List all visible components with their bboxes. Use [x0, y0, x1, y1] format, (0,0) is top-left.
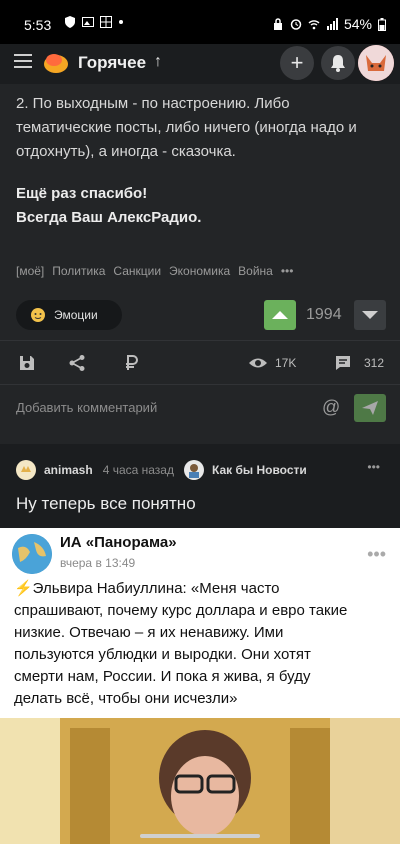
- post-time: 4 часа назад: [102, 463, 174, 477]
- post-line: тематические посты, либо ничего (иногда …: [16, 119, 357, 136]
- ruble-icon[interactable]: [124, 354, 140, 372]
- comment-icon[interactable]: [334, 354, 352, 372]
- community-avatar[interactable]: [183, 460, 204, 480]
- emotions-button[interactable]: Эмоции: [16, 300, 122, 330]
- channel-name: ИА «Панорама»: [60, 534, 177, 551]
- send-icon: [362, 401, 378, 415]
- upvote-button[interactable]: [264, 300, 296, 330]
- post-photo[interactable]: [0, 718, 400, 844]
- status-left-icons: [64, 16, 124, 28]
- channel-time: вчера в 13:49: [60, 556, 136, 570]
- dot-icon: [119, 20, 123, 24]
- post-thanks: Ещё раз спасибо! Всегда Ваш АлексРадио.: [16, 182, 201, 230]
- post-line: 2. По выходным - по настроению. Либо: [16, 95, 290, 112]
- tag-sanctions[interactable]: Санкции: [113, 264, 161, 278]
- embedded-line: пользуются ублюдки и выродки. Они хотят: [14, 646, 311, 663]
- comments-count: 312: [364, 356, 385, 370]
- more-tags-button[interactable]: •••: [281, 264, 294, 278]
- embedded-text: ⚡Эльвира Набиуллина: «Меня часто спрашив…: [14, 578, 388, 710]
- embedded-line: ⚡Эльвира Набиуллина: «Меня часто: [14, 580, 280, 597]
- eye-icon: [249, 358, 267, 368]
- gallery-icon: [82, 17, 94, 27]
- sort-arrow-icon[interactable]: ↑: [154, 53, 162, 71]
- battery-icon: [378, 17, 386, 31]
- wifi-icon: [308, 20, 320, 30]
- comment-input[interactable]: Добавить комментарий: [16, 400, 157, 415]
- tag-moe[interactable]: [моё]: [16, 264, 44, 278]
- send-comment-button[interactable]: [354, 394, 386, 422]
- hot-logo-icon[interactable]: [42, 48, 70, 76]
- channel-avatar: [12, 534, 52, 574]
- grid-icon: [100, 16, 112, 28]
- add-post-button[interactable]: +: [280, 46, 314, 80]
- gesture-bar[interactable]: [140, 834, 260, 838]
- next-post-card: animash 4 часа назад Как бы Новости ••• …: [0, 452, 400, 532]
- next-post-title[interactable]: Ну теперь все понятно: [16, 494, 196, 514]
- save-icon[interactable]: [18, 354, 36, 372]
- emoji-face-icon: [31, 308, 45, 322]
- embedded-line: смерти нам, России. И пока я жива, я буд…: [14, 668, 311, 685]
- alarm-icon: [290, 19, 302, 30]
- bell-icon: [331, 55, 345, 72]
- post-line: Всегда Ваш АлексРадио.: [16, 209, 202, 226]
- next-post-meta: animash 4 часа назад Как бы Новости: [16, 460, 307, 480]
- globe-icon: [12, 534, 52, 574]
- community-name[interactable]: Как бы Новости: [212, 463, 307, 477]
- post-more-button[interactable]: •••: [367, 460, 380, 474]
- status-bar: 5:53 54%: [0, 0, 400, 44]
- channel-more-icon: •••: [367, 544, 386, 564]
- user-avatar[interactable]: [358, 45, 394, 81]
- downvote-button[interactable]: [354, 300, 386, 330]
- tag-war[interactable]: Война: [238, 264, 273, 278]
- status-right-icons: 54%: [272, 16, 386, 32]
- emotions-label: Эмоции: [54, 308, 98, 322]
- photo-image: [0, 718, 400, 844]
- rating-value: 1994: [306, 306, 342, 323]
- divider: [0, 340, 400, 341]
- embedded-screenshot: ИА «Панорама» вчера в 13:49 ••• ⚡Эльвира…: [0, 528, 400, 718]
- arrow-up-icon: [272, 311, 288, 319]
- share-icon[interactable]: [68, 354, 86, 372]
- lock-icon: [273, 18, 282, 30]
- battery-percent: 54%: [343, 16, 372, 32]
- avatar-fox-icon: [358, 45, 394, 81]
- post-card: 2. По выходным - по настроению. Либо тем…: [0, 84, 400, 444]
- notifications-button[interactable]: [321, 46, 355, 80]
- menu-icon[interactable]: [14, 54, 32, 68]
- tag-economy[interactable]: Экономика: [169, 264, 230, 278]
- shield-icon: [65, 16, 75, 28]
- post-tags: [моё] Политика Санкции Экономика Война •…: [16, 264, 293, 278]
- tag-politics[interactable]: Политика: [52, 264, 105, 278]
- mention-button[interactable]: @: [322, 397, 340, 418]
- author-avatar[interactable]: [16, 460, 36, 480]
- page-title[interactable]: Горячее: [78, 53, 146, 73]
- top-header: Горячее ↑ +: [0, 44, 400, 84]
- embedded-line: спрашивают, почему курс доллара и евро т…: [14, 602, 348, 619]
- post-line: Ещё раз спасибо!: [16, 185, 148, 202]
- embedded-line: низкие. Отвечаю – я их ненавижу. Ими: [14, 624, 284, 641]
- signal-icon: [326, 18, 338, 30]
- post-line: отдохнуть), а иногда - сказочка.: [16, 143, 236, 160]
- status-time: 5:53: [24, 17, 52, 33]
- post-paragraph: 2. По выходным - по настроению. Либо тем…: [16, 92, 357, 164]
- plus-icon: +: [290, 50, 304, 75]
- divider: [0, 384, 400, 385]
- author-name[interactable]: animash: [44, 463, 93, 477]
- arrow-down-icon: [362, 311, 378, 319]
- embedded-line: делать всё, чтобы они исчезли»: [14, 690, 238, 707]
- views-count: 17K: [275, 356, 297, 370]
